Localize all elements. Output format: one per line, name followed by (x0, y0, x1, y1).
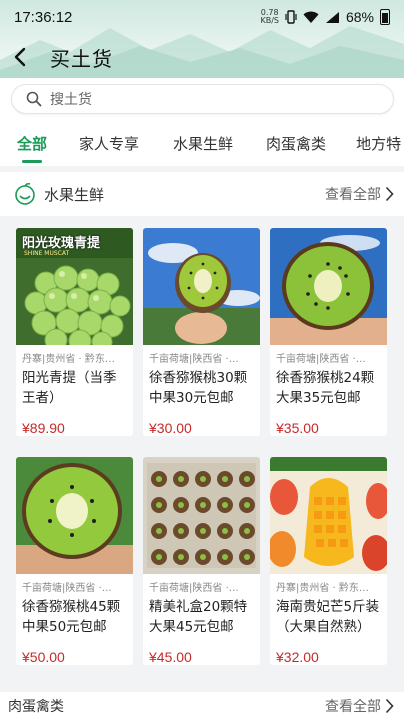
signal-icon (325, 11, 339, 23)
chevron-right-icon (385, 186, 394, 202)
fruit-section: 水果生鲜 查看全部 阳光玫瑰青提 SHINE MUSCAT 丹寨|贵州省 · 黔… (0, 172, 404, 680)
product-price: ¥89.90 (22, 420, 65, 436)
view-all-label: 查看全部 (325, 699, 381, 715)
product-price: ¥50.00 (22, 649, 65, 665)
tab-family-exclusive[interactable]: 家人专享 (79, 133, 139, 154)
product-image-gift-box (143, 457, 260, 574)
product-location: 千亩荷塘|陕西省 ·… (276, 354, 366, 365)
app-header: 17:36:12 0.78 KB/S 68% 买土货 (0, 0, 404, 78)
product-image-grapes: 阳光玫瑰青提 SHINE MUSCAT (16, 228, 133, 345)
product-name: 阳光青提（当季王者） (22, 370, 117, 406)
page-title: 买土货 (50, 46, 113, 71)
section-title: 水果生鲜 (44, 185, 105, 204)
product-card[interactable]: 千亩荷塘|陕西省 ·… 徐香猕猴桃30颗中果30元包邮 ¥30.00 (143, 228, 260, 436)
view-all-label: 查看全部 (325, 187, 381, 203)
status-bar: 17:36:12 0.78 KB/S 68% (0, 0, 404, 34)
network-speed: 0.78 KB/S (260, 8, 279, 25)
product-card[interactable]: 阳光玫瑰青提 SHINE MUSCAT 丹寨|贵州省 · 黔东… 阳光青提（当季… (16, 228, 133, 436)
search-input[interactable]: 搜土货 (11, 84, 394, 114)
tab-local-specialty[interactable]: 地方特 (356, 133, 401, 154)
search-icon (26, 91, 42, 107)
product-card[interactable]: 千亩荷塘|陕西省 ·… 徐香猕猴桃24颗大果35元包邮 ¥35.00 (270, 228, 387, 436)
back-button[interactable] (2, 39, 38, 75)
fruit-icon (15, 183, 35, 205)
product-grid: 阳光玫瑰青提 SHINE MUSCAT 丹寨|贵州省 · 黔东… 阳光青提（当季… (0, 216, 404, 680)
battery-percent: 68% (345, 9, 374, 25)
product-card[interactable]: 千亩荷塘|陕西省 ·… 精美礼盒20颗特大果45元包邮 ¥45.00 (143, 457, 260, 665)
product-image-kiwi-closeup (16, 457, 133, 574)
product-image-kiwi-slice (270, 228, 387, 345)
view-all-link[interactable]: 查看全部 (325, 696, 394, 716)
meat-section-header: 肉蛋禽类 查看全部 (0, 692, 404, 720)
chevron-right-icon (385, 698, 394, 714)
product-card[interactable]: 丹寨|贵州省 · 黔东… 海南贵妃芒5斤装（大果自然熟） ¥32.00 (270, 457, 387, 665)
wifi-icon (303, 11, 319, 23)
product-name: 徐香猕猴桃30颗中果30元包邮 (149, 370, 248, 406)
product-name: 海南贵妃芒5斤装（大果自然熟） (276, 599, 380, 635)
product-image-kiwi-hand (143, 228, 260, 345)
product-location: 千亩荷塘|陕西省 ·… (149, 354, 239, 365)
battery-icon (380, 9, 390, 25)
product-price: ¥35.00 (276, 420, 319, 436)
product-name: 徐香猕猴桃45颗中果50元包邮 (22, 599, 121, 635)
category-tabs: 全部 家人专享 水果生鲜 肉蛋禽类 地方特 (0, 120, 404, 166)
section-title: 肉蛋禽类 (8, 699, 64, 715)
tab-fruit-fresh[interactable]: 水果生鲜 (173, 133, 233, 154)
product-location: 丹寨|贵州省 · 黔东… (22, 354, 115, 365)
product-card[interactable]: 千亩荷塘|陕西省 ·… 徐香猕猴桃45颗中果50元包邮 ¥50.00 (16, 457, 133, 665)
vibrate-icon (285, 10, 297, 24)
product-image-mango (270, 457, 387, 574)
view-all-link[interactable]: 查看全部 (325, 184, 394, 204)
tab-meat-egg-poultry[interactable]: 肉蛋禽类 (266, 133, 326, 154)
image-title-text: 阳光玫瑰青提 (22, 236, 101, 251)
image-subtitle-text: SHINE MUSCAT (24, 250, 70, 257)
product-location: 丹寨|贵州省 · 黔东… (276, 583, 369, 594)
product-price: ¥32.00 (276, 649, 319, 665)
product-name: 徐香猕猴桃24颗大果35元包邮 (276, 370, 375, 406)
section-header: 水果生鲜 查看全部 (0, 172, 404, 216)
product-location: 千亩荷塘|陕西省 ·… (149, 583, 239, 594)
product-name: 精美礼盒20颗特大果45元包邮 (149, 599, 248, 635)
status-time: 17:36:12 (14, 8, 73, 26)
tab-all[interactable]: 全部 (17, 133, 47, 154)
product-location: 千亩荷塘|陕西省 ·… (22, 583, 112, 594)
product-price: ¥45.00 (149, 649, 192, 665)
title-bar: 买土货 (0, 38, 404, 76)
back-arrow-icon (14, 47, 26, 67)
search-bar-container: 搜土货 (0, 78, 404, 120)
search-placeholder: 搜土货 (50, 92, 92, 108)
product-price: ¥30.00 (149, 420, 192, 436)
